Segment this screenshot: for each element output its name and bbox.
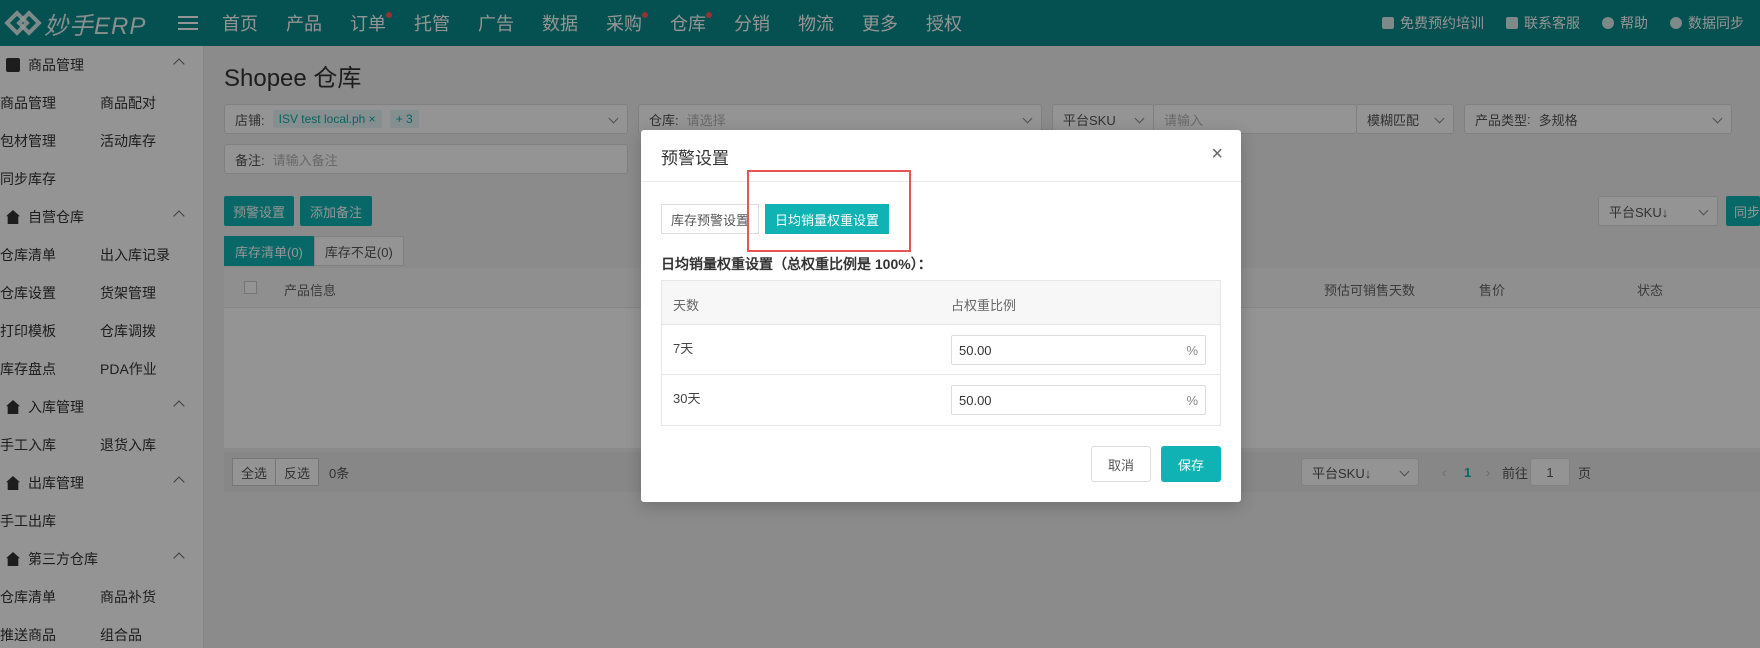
close-icon[interactable]: × [1211,144,1223,164]
weight-table: 天数 占权重比例 7天 50.00 % 30天 50.00 % [661,280,1221,426]
weight-input[interactable]: 50.00 % [951,385,1206,415]
weight-section-label: 日均销量权重设置（总权重比例是 100%）： [661,256,932,272]
tab-stock-warning[interactable]: 库存预警设置 [661,204,760,234]
weight-row: 30天 50.00 % [662,375,1220,425]
percent-suffix: % [1186,393,1198,408]
cancel-button[interactable]: 取消 [1091,446,1151,482]
col-days: 天数 [673,298,700,313]
dialog-header: 预警设置 × [641,130,1241,182]
dialog-title: 预警设置 [661,149,729,168]
row-day: 30天 [673,391,701,406]
percent-suffix: % [1186,343,1198,358]
row-day: 7天 [673,341,694,356]
warning-settings-dialog: 预警设置 × 库存预警设置 日均销量权重设置 日均销量权重设置（总权重比例是 1… [641,130,1241,502]
weight-table-header: 天数 占权重比例 [662,281,1220,325]
highlight-annotation [747,170,911,252]
weight-row: 7天 50.00 % [662,325,1220,375]
col-weight-ratio: 占权重比例 [951,298,1017,313]
weight-input[interactable]: 50.00 % [951,335,1206,365]
save-button[interactable]: 保存 [1161,446,1221,482]
